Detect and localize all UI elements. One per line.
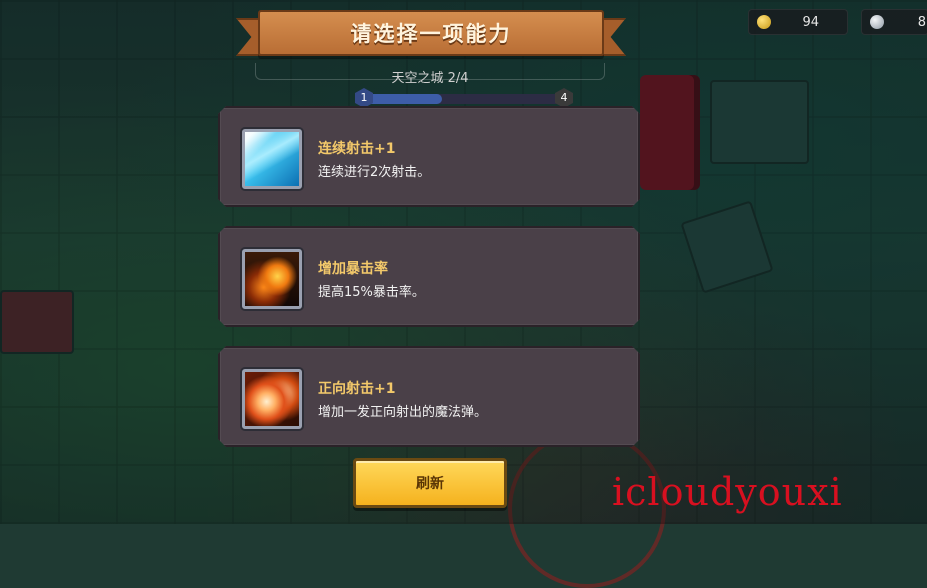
- crit-rate-icon: [242, 249, 302, 309]
- ability-desc: 提高15%暴击率。: [318, 285, 425, 300]
- ability-title: 连续射击+1: [318, 141, 396, 157]
- title-banner: 请选择一项能力: [258, 10, 604, 56]
- gem-counter: 8: [861, 9, 927, 35]
- page-title: 请选择一项能力: [350, 22, 512, 46]
- ability-card-crit-rate[interactable]: 增加暴击率 提高15%暴击率。: [218, 226, 640, 327]
- multishot-icon: [242, 129, 302, 189]
- gem-amount: 8: [917, 14, 926, 30]
- front-shot-icon: [242, 369, 302, 429]
- gold-amount: 94: [802, 14, 819, 30]
- gold-counter: 94: [748, 9, 848, 35]
- stage-progress: 1 4: [355, 88, 573, 108]
- gold-coin-icon: [757, 15, 771, 29]
- silver-gem-icon: [870, 15, 884, 29]
- ability-desc: 连续进行2次射击。: [318, 165, 431, 180]
- refresh-button[interactable]: 刷新: [353, 458, 507, 508]
- stage-label: 天空之城 2/4: [255, 63, 605, 86]
- watermark: icloudyouxi: [612, 470, 843, 514]
- ability-title: 正向射击+1: [318, 381, 396, 397]
- ability-title: 增加暴击率: [318, 261, 388, 277]
- ability-card-front-shot[interactable]: 正向射击+1 增加一发正向射出的魔法弹。: [218, 346, 640, 447]
- ability-card-multishot[interactable]: 连续射击+1 连续进行2次射击。: [218, 106, 640, 207]
- ability-desc: 增加一发正向射出的魔法弹。: [318, 405, 488, 420]
